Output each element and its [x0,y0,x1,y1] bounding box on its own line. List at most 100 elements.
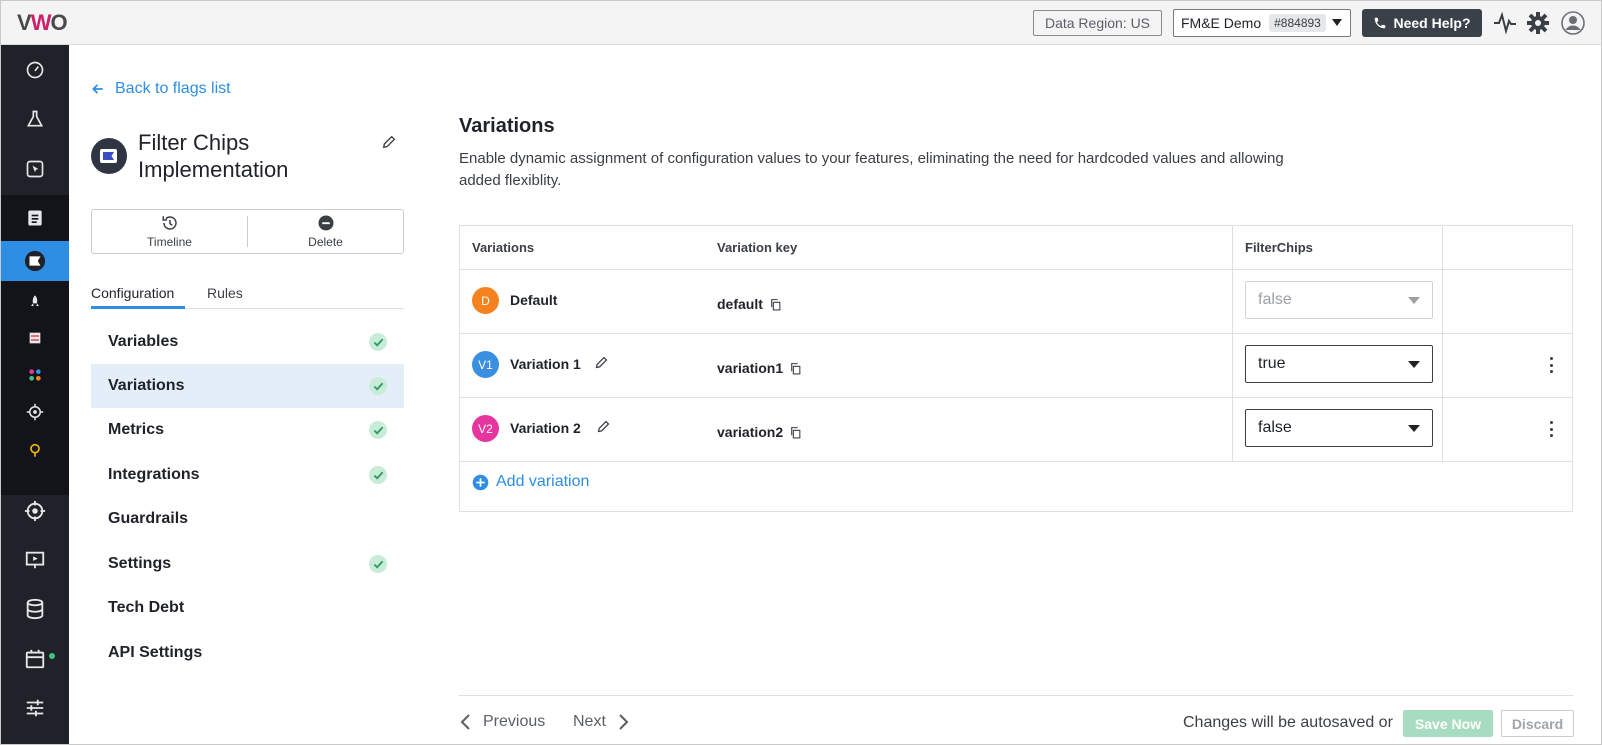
check-icon [369,377,387,395]
sidebar-item-insights[interactable] [1,149,69,189]
nav-item-label: Variations [108,377,185,394]
variation-key-text: default [717,296,763,312]
page-description: Enable dynamic assignment of configurati… [459,150,1284,189]
delete-label: Delete [308,235,343,249]
sidebar-item-calendar[interactable] [1,639,69,679]
next-label: Next [573,713,606,730]
sidebar-item-plan[interactable] [1,198,69,238]
select-value: true [1258,355,1286,372]
nav-item-label: Settings [108,555,172,572]
variations-table: Variations Variation key FilterChips D D… [459,225,1573,512]
discard-button[interactable]: Discard [1501,710,1574,737]
sidebar-item-targeting[interactable] [1,491,69,531]
variation-key: variation2 [717,424,802,440]
nav-item-metrics[interactable]: Metrics [91,408,404,452]
timeline-button[interactable]: Timeline [92,210,247,253]
row-divider [460,461,1572,462]
sidebar-item-goals[interactable] [1,392,69,432]
variation-name: Variation 2 [510,420,581,436]
more-options-icon[interactable] [1548,419,1554,439]
cursor-icon [26,160,44,178]
phone-icon [1375,17,1386,29]
sidebar-item-data[interactable] [1,589,69,629]
sidebar-item-feature-flags[interactable] [1,241,69,281]
sidebar-item-testing[interactable] [1,99,69,139]
copy-icon[interactable] [769,298,782,311]
back-to-flags-link[interactable]: Back to flags list [91,80,231,98]
top-bar: VWO Data Region: US FM&E Demo #884893 Ne… [1,1,1601,45]
nav-item-variations[interactable]: Variations [91,364,404,408]
nav-item-integrations[interactable]: Integrations [91,453,404,497]
nav-item-label: Tech Debt [108,599,185,616]
tab-rules[interactable]: Rules [207,285,243,309]
nav-item-label: Metrics [108,421,165,438]
sidebar-item-deploy[interactable] [1,282,69,322]
nav-item-tech-debt[interactable]: Tech Debt [91,586,404,630]
flag-avatar [91,138,127,174]
presentation-icon [25,551,45,569]
notification-dot [49,653,55,659]
variation-name: Variation 1 [510,356,581,372]
activity-icon[interactable] [1493,11,1517,35]
need-help-label: Need Help? [1393,15,1471,31]
config-tabs: Configuration Rules [91,285,404,309]
chevron-down-icon [1408,361,1420,368]
more-options-icon[interactable] [1548,355,1554,375]
data-region-button[interactable]: Data Region: US [1033,10,1162,36]
sidebar-item-data360[interactable] [1,318,69,358]
next-button[interactable]: Next [573,713,630,731]
table-row: V1 Variation 1 variation1 true [460,333,1572,397]
chevron-down-icon [1408,425,1420,432]
pencil-icon[interactable] [381,134,397,150]
arrow-left-icon [92,84,103,94]
save-now-button[interactable]: Save Now [1403,710,1493,737]
previous-label: Previous [483,713,546,730]
gear-icon[interactable] [1526,11,1550,35]
filterchips-select[interactable]: false [1245,409,1433,447]
tab-configuration[interactable]: Configuration [91,285,185,309]
minus-circle-icon [318,215,333,231]
add-variation-label: Add variation [496,473,590,490]
nav-item-label: Guardrails [108,510,189,527]
sidebar-item-ideas[interactable] [1,430,69,470]
nav-item-settings[interactable]: Settings [91,542,404,586]
nav-item-variables[interactable]: Variables [91,320,404,364]
sidebar-item-reports[interactable] [1,540,69,580]
check-icon [369,421,387,439]
previous-button[interactable]: Previous [459,713,545,731]
pencil-icon[interactable] [596,419,611,434]
pencil-icon[interactable] [594,355,609,370]
user-avatar-icon[interactable] [1561,11,1585,35]
sliders-icon [26,699,44,717]
variation-badge: V1 [472,351,499,378]
check-icon [369,466,387,484]
check-icon [369,333,387,351]
table-row: V2 Variation 2 variation2 false [460,397,1572,461]
dashboard-icon [26,61,44,79]
sidebar-item-dashboard[interactable] [1,50,69,90]
copy-icon[interactable] [789,362,802,375]
rocket-icon [31,295,39,306]
calendar-icon [25,649,45,669]
logo-letter-v: V [17,10,32,35]
variation-key: default [717,296,782,312]
sidebar-item-apps[interactable] [1,355,69,395]
add-variation-button[interactable]: Add variation [472,473,589,491]
variation-key-text: variation1 [717,360,784,376]
plus-circle-icon [472,474,489,490]
flag-title: Filter Chips Implementation [138,130,289,182]
column-header-variations: Variations [472,240,535,255]
delete-button[interactable]: Delete [248,210,403,253]
sidebar-item-settings[interactable] [1,688,69,728]
copy-icon[interactable] [789,426,802,439]
filterchips-select[interactable]: true [1245,345,1433,383]
need-help-button[interactable]: Need Help? [1362,9,1482,37]
app-window: VWO Data Region: US FM&E Demo #884893 Ne… [0,0,1602,745]
nav-item-guardrails[interactable]: Guardrails [91,497,404,541]
variation-badge: V2 [472,415,499,442]
vwo-logo[interactable]: VWO [17,10,68,36]
nav-item-api-settings[interactable]: API Settings [91,631,404,675]
logo-letter-o: O [50,10,67,35]
crosshair-icon [24,500,46,522]
account-selector[interactable]: FM&E Demo #884893 [1173,9,1351,37]
